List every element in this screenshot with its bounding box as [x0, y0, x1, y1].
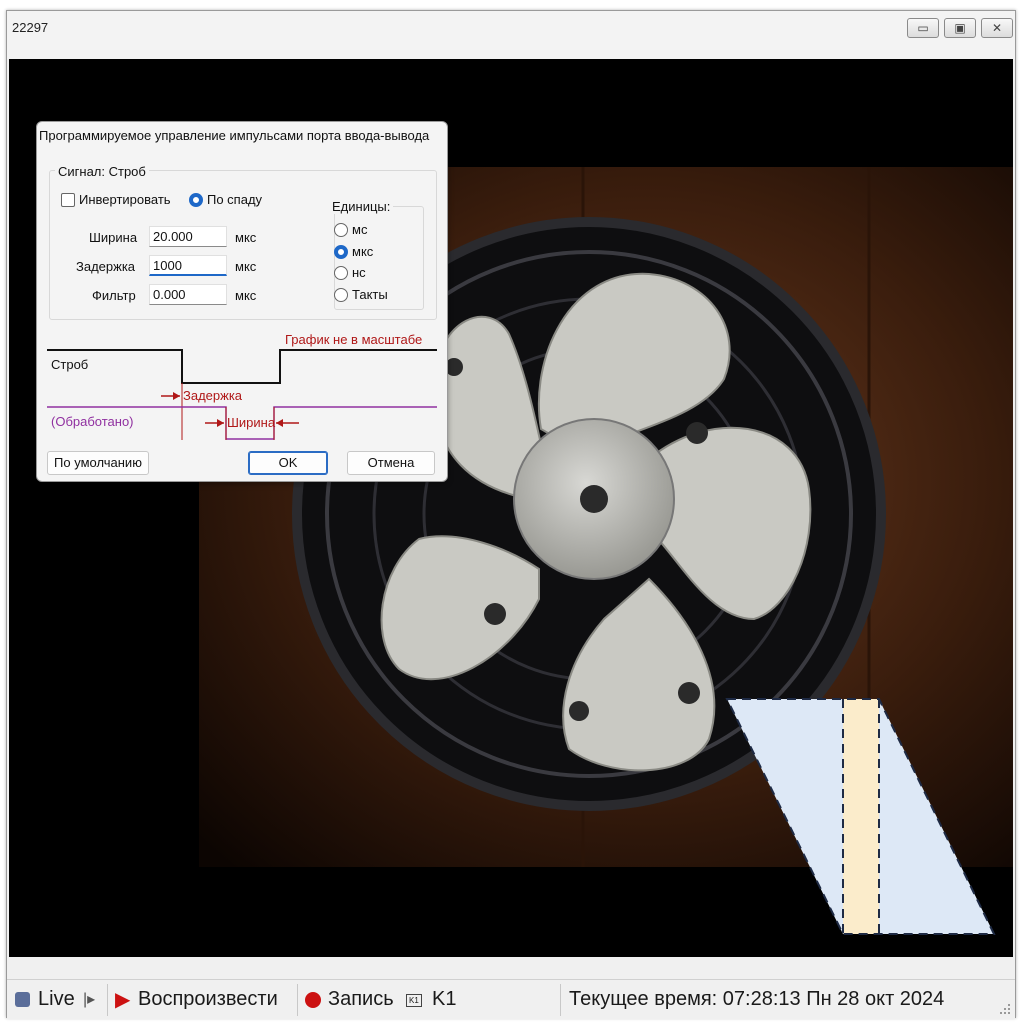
width-input[interactable]: 20.000: [149, 226, 227, 247]
filter-unit: мкс: [235, 288, 257, 303]
close-button[interactable]: ✕: [981, 18, 1013, 38]
unit-ms-label[interactable]: мс: [352, 222, 367, 237]
defaults-button[interactable]: По умолчанию: [47, 451, 149, 475]
unit-ticks-label[interactable]: Такты: [352, 287, 388, 302]
dialog-title: Программируемое управление импульсами по…: [39, 128, 430, 143]
processed-label: (Обработано): [51, 414, 134, 429]
unit-ns-label[interactable]: нс: [352, 265, 366, 280]
live-icon: [15, 992, 30, 1007]
status-separator: [107, 984, 108, 1016]
io-pulse-dialog: Программируемое управление импульсами по…: [36, 121, 448, 482]
width-arrowhead-left: [217, 419, 224, 427]
falling-edge-radio[interactable]: [189, 193, 203, 207]
close-icon: ✕: [991, 21, 1003, 35]
timing-diagram: График не в масштабе Строб Задержка (Обр…: [47, 332, 437, 440]
unit-ms-radio[interactable]: [334, 223, 348, 237]
status-bar: Live |▸ ▶ Воспроизвести Запись K1 K1 Тек…: [7, 979, 1015, 1019]
record-button[interactable]: Запись: [328, 988, 394, 1011]
ok-button[interactable]: OK: [248, 451, 328, 475]
unit-us-radio[interactable]: [334, 245, 348, 259]
status-separator: [560, 984, 561, 1016]
strobe-label: Строб: [51, 357, 88, 372]
signal-group-title: Сигнал: Строб: [55, 164, 149, 179]
cancel-button[interactable]: Отмена: [347, 451, 435, 475]
delay-diagram-label: Задержка: [183, 388, 243, 403]
delay-arrowhead: [173, 392, 180, 400]
maximize-button[interactable]: ▣: [944, 18, 976, 38]
not-to-scale-label: График не в масштабе: [285, 332, 422, 347]
unit-ticks-radio[interactable]: [334, 288, 348, 302]
unit-us-label[interactable]: мкс: [352, 244, 373, 259]
minimize-button[interactable]: ▭: [907, 18, 939, 38]
strobe-signal: [47, 349, 437, 384]
units-title: Единицы:: [329, 199, 394, 214]
title-bar[interactable]: 22297 ▭ ▣ ✕: [7, 11, 1015, 45]
play-button[interactable]: Воспроизвести: [138, 988, 278, 1011]
live-label[interactable]: Live: [38, 988, 75, 1011]
channel-icon: K1: [406, 994, 422, 1007]
minimize-icon: ▭: [917, 21, 929, 35]
falling-edge-label[interactable]: По спаду: [207, 192, 262, 207]
record-icon[interactable]: [305, 992, 321, 1008]
status-separator: [297, 984, 298, 1016]
width-arrowhead-right: [276, 419, 283, 427]
play-icon[interactable]: ▶: [115, 987, 130, 1012]
filter-label: Фильтр: [92, 288, 136, 303]
unit-ns-radio[interactable]: [334, 266, 348, 280]
width-label: Ширина: [89, 230, 138, 245]
delay-unit: мкс: [235, 259, 257, 274]
filter-input[interactable]: 0.000: [149, 284, 227, 305]
width-diagram-label: Ширина: [227, 415, 276, 430]
step-forward-icon[interactable]: |▸: [83, 989, 95, 1009]
current-time: Текущее время: 07:28:13 Пн 28 окт 2024: [569, 988, 945, 1010]
channel-label: K1: [432, 988, 457, 1010]
invert-checkbox[interactable]: [61, 193, 75, 207]
maximize-icon: ▣: [954, 21, 966, 35]
toolbar-strip: [7, 45, 1015, 59]
width-unit: мкс: [235, 230, 257, 245]
delay-input[interactable]: 1000: [149, 255, 227, 276]
resize-grip-icon[interactable]: [999, 1003, 1011, 1015]
delay-label: Задержка: [76, 259, 136, 274]
invert-label[interactable]: Инвертировать: [79, 192, 171, 207]
window-title: 22297: [12, 20, 49, 35]
